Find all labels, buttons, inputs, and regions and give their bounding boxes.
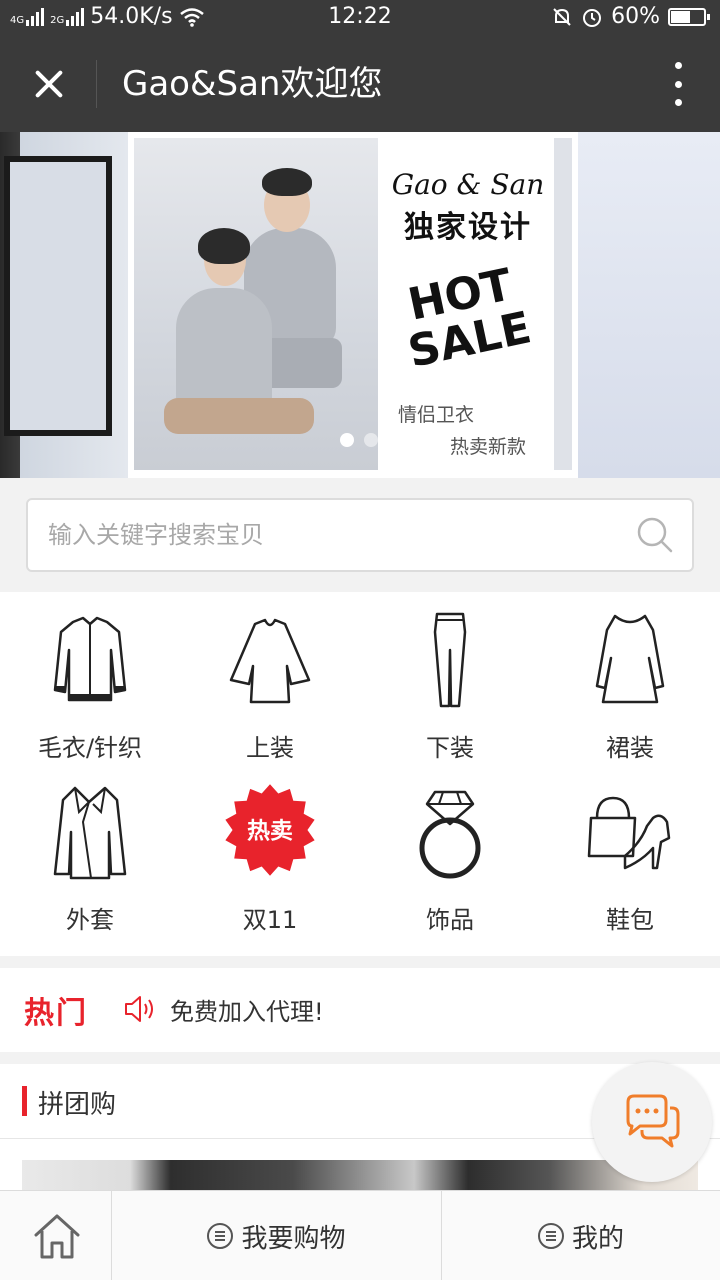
search-input[interactable] <box>48 500 628 570</box>
carousel-dot[interactable] <box>364 433 378 447</box>
dress-icon <box>595 614 665 704</box>
banner-strip <box>554 138 572 470</box>
category-grid: 毛衣/针织 上装 下装 裙装 外套 热卖 双11 饰品 鞋包 <box>0 592 720 956</box>
pants-icon <box>433 612 467 708</box>
banner-text-2: 热卖新款 <box>450 436 527 458</box>
chat-bubble-icon <box>626 1094 680 1148</box>
category-label: 裙装 <box>606 734 654 762</box>
search-section <box>0 478 720 592</box>
status-bar: 4G 2G 54.0K/s 12:22 60% <box>0 0 720 36</box>
search-icon[interactable] <box>636 516 674 554</box>
page-title: Gao&San欢迎您 <box>122 64 383 104</box>
banner-brand-sub: 独家设计 <box>404 210 532 245</box>
chat-button[interactable] <box>592 1062 712 1182</box>
category-label: 外套 <box>66 906 114 934</box>
menu-icon <box>537 1223 564 1249</box>
category-label: 下装 <box>426 734 474 762</box>
category-top[interactable]: 上装 <box>180 592 360 764</box>
coat-icon <box>53 786 127 880</box>
close-button[interactable] <box>18 54 78 114</box>
bag-shoe-icon <box>587 796 671 870</box>
notice-bar[interactable]: 热门 免费加入代理! <box>0 968 720 1052</box>
notice-text[interactable]: 免费加入代理! <box>170 992 324 1027</box>
banner-brand: Gao & San <box>391 168 545 201</box>
category-coat[interactable]: 外套 <box>0 764 180 936</box>
tab-mine-label: 我的 <box>571 1223 624 1254</box>
alarm-icon <box>583 8 602 27</box>
banner-carousel[interactable]: Gao & San 独家设计 HOT SALE 情侣卫衣 热卖新款 <box>0 132 720 478</box>
bottom-nav: 我要购物 我的 <box>0 1190 720 1280</box>
tab-shopping-label: 我要购物 <box>241 1223 346 1254</box>
category-label: 双11 <box>242 906 298 934</box>
category-dress[interactable]: 裙装 <box>540 592 720 764</box>
title-divider <box>96 60 97 108</box>
status-right: 60% <box>551 4 710 29</box>
battery-percent: 60% <box>611 4 660 29</box>
tab-shopping[interactable]: 我要购物 <box>112 1191 442 1280</box>
category-cardigan[interactable]: 毛衣/针织 <box>0 592 180 764</box>
category-shoes-bags[interactable]: 鞋包 <box>540 764 720 936</box>
notice-hot-tag: 热门 <box>24 996 88 1031</box>
category-label: 毛衣/针织 <box>37 734 143 762</box>
carousel-dot[interactable] <box>340 433 354 447</box>
category-label: 饰品 <box>426 906 474 934</box>
hot-sale-badge-icon: 热卖 <box>225 784 315 876</box>
category-accessories[interactable]: 饰品 <box>360 764 540 936</box>
battery-icon <box>668 7 710 26</box>
group-buy-title: 拼团购 <box>38 1090 117 1120</box>
home-icon <box>34 1214 80 1259</box>
category-pants[interactable]: 下装 <box>360 592 540 764</box>
home-button[interactable] <box>0 1191 112 1280</box>
top-icon <box>229 618 311 704</box>
menu-icon <box>207 1223 234 1249</box>
banner-hot-sale: HOT SALE <box>382 257 548 378</box>
more-menu-button[interactable] <box>666 62 690 106</box>
cardigan-icon <box>53 616 127 702</box>
category-label: 鞋包 <box>606 906 654 934</box>
banner-next-slide <box>572 132 720 478</box>
banner-photo <box>134 138 378 470</box>
carousel-dots <box>340 433 378 447</box>
mute-bell-icon <box>553 7 571 26</box>
category-label: 上装 <box>246 734 294 762</box>
hot-badge-text: 热卖 <box>247 818 293 844</box>
section-accent-bar <box>22 1086 27 1116</box>
search-box[interactable] <box>26 498 694 572</box>
banner-prev-slide <box>0 132 128 478</box>
tab-mine[interactable]: 我的 <box>442 1191 720 1280</box>
screen: 4G 2G 54.0K/s 12:22 60% Gao&San欢迎您 Gao &… <box>0 0 720 1280</box>
banner-text-1: 情侣卫衣 <box>398 404 475 426</box>
banner-slide[interactable]: Gao & San 独家设计 HOT SALE 情侣卫衣 热卖新款 <box>128 132 578 478</box>
speaker-icon <box>125 996 153 1022</box>
ring-icon <box>419 790 481 879</box>
category-double11[interactable]: 热卖 双11 <box>180 764 360 936</box>
title-bar: Gao&San欢迎您 <box>0 36 720 132</box>
